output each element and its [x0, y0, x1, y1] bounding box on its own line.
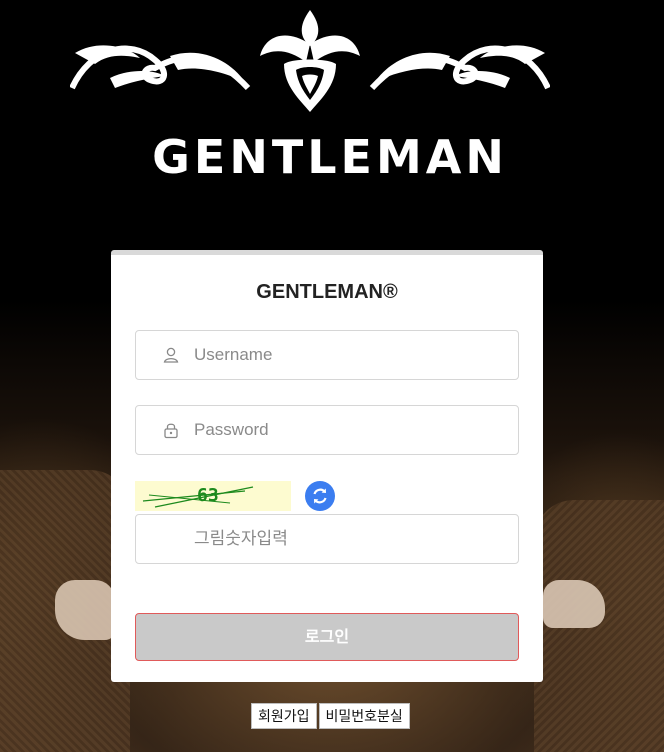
- signup-button[interactable]: 회원가입: [251, 703, 317, 729]
- login-card: GENTLEMAN® 63: [111, 250, 543, 682]
- captcha-input[interactable]: [194, 515, 494, 563]
- username-input[interactable]: [194, 331, 494, 379]
- brand-logo: GENTLEMAN: [70, 8, 550, 188]
- captcha-code: 63: [197, 485, 219, 506]
- password-field[interactable]: [135, 405, 519, 455]
- lock-icon: [162, 421, 180, 439]
- captcha-field[interactable]: [135, 514, 519, 564]
- hand-right: [543, 580, 605, 628]
- password-input[interactable]: [194, 406, 494, 454]
- captcha-image: 63: [135, 481, 291, 511]
- login-title: GENTLEMAN®: [256, 281, 398, 303]
- footer-links: 회원가입 비밀번호분실: [251, 703, 412, 729]
- refresh-icon[interactable]: [305, 481, 335, 511]
- brand-logo-text: GENTLEMAN: [152, 130, 508, 184]
- login-button[interactable]: 로그인: [135, 613, 519, 661]
- username-field[interactable]: [135, 330, 519, 380]
- find-password-button[interactable]: 비밀번호분실: [318, 703, 410, 729]
- hand-left: [55, 580, 115, 640]
- user-icon: [162, 346, 180, 364]
- ornament-icon: [70, 10, 550, 112]
